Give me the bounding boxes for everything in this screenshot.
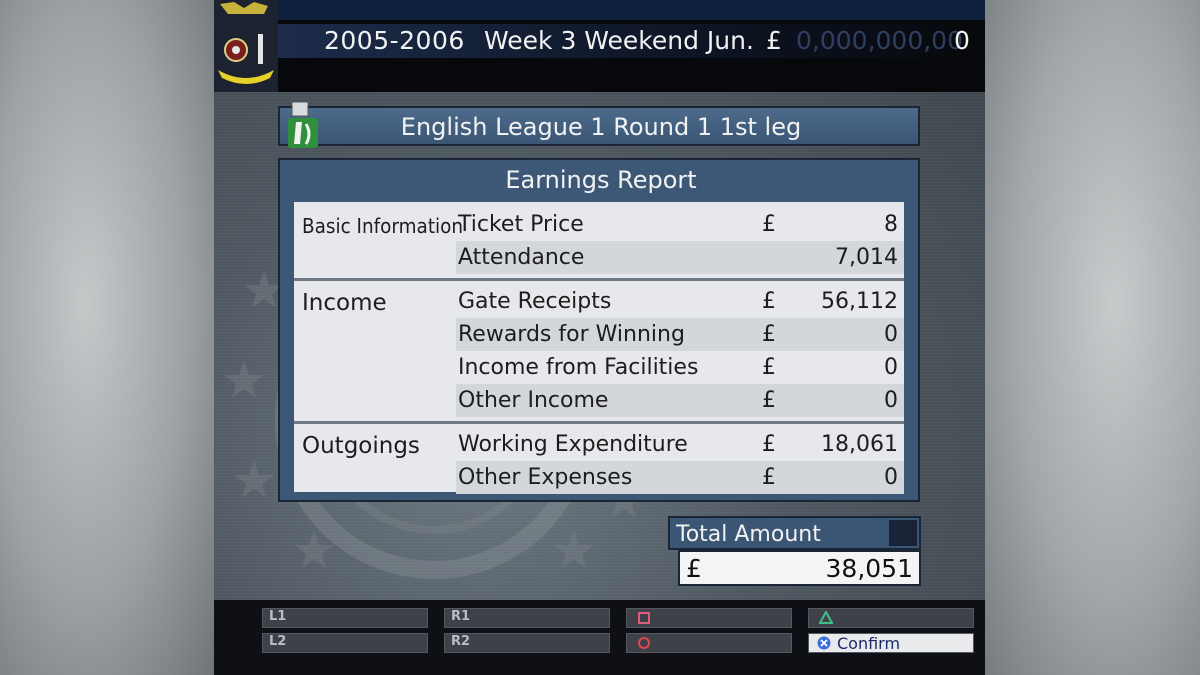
table-row-other-income: Other Income £ 0 — [456, 384, 904, 417]
l2-key-label: L2 — [269, 634, 287, 649]
row-currency: £ — [762, 432, 776, 457]
row-currency: £ — [762, 322, 776, 347]
panel-title: Earnings Report — [505, 166, 697, 194]
season-label: 2005-2006 — [324, 26, 465, 55]
club-crest-icon — [214, 0, 278, 92]
top-status-strip — [278, 0, 985, 20]
earnings-table: Basic Information Ticket Price £ 8 Atten… — [294, 202, 904, 494]
money-currency: £ — [766, 26, 782, 55]
total-amount-value: 38,051 — [825, 554, 913, 583]
section-label-basic-information: Basic Information — [302, 214, 464, 238]
section-divider — [294, 278, 904, 281]
table-row-rewards-for-winning: Rewards for Winning £ 0 — [456, 318, 904, 351]
l2-button[interactable]: L2 — [262, 633, 428, 653]
row-value: 0 — [884, 465, 898, 490]
square-button-icon — [638, 612, 650, 624]
row-value: 0 — [884, 322, 898, 347]
left-blur-border — [0, 0, 214, 675]
row-currency: £ — [762, 289, 776, 314]
triangle-button[interactable] — [808, 608, 974, 628]
circle-button[interactable] — [626, 633, 792, 653]
total-amount-box: Total Amount £ 38,051 — [668, 516, 921, 590]
top-status-bar: 2005-2006 Week 3 Weekend Jun. £ 0,000,00… — [214, 0, 985, 92]
table-row-other-expenses: Other Expenses £ 0 — [456, 461, 904, 494]
l1-button[interactable]: L1 — [262, 608, 428, 628]
match-title: English League 1 Round 1 1st leg — [400, 113, 802, 141]
total-currency: £ — [686, 554, 702, 583]
row-label: Other Expenses — [458, 465, 633, 490]
right-blur-border — [985, 0, 1200, 675]
section-label-income: Income — [302, 290, 387, 316]
square-button[interactable] — [626, 608, 792, 628]
row-currency: £ — [762, 355, 776, 380]
row-label: Attendance — [458, 245, 585, 270]
club-badge — [214, 0, 278, 92]
row-value: 56,112 — [821, 289, 898, 314]
game-screen: 2005-2006 Week 3 Weekend Jun. £ 0,000,00… — [214, 0, 985, 675]
row-value: 0 — [884, 355, 898, 380]
r2-key-label: R2 — [451, 634, 471, 649]
row-value: 7,014 — [835, 245, 898, 270]
row-value: 18,061 — [821, 432, 898, 457]
row-currency: £ — [762, 212, 776, 237]
total-amount-header: Total Amount — [668, 516, 921, 550]
row-label: Ticket Price — [458, 212, 584, 237]
earnings-report-panel: Earnings Report Basic Information Ticket… — [278, 158, 920, 502]
row-label: Other Income — [458, 388, 609, 413]
total-amount-label: Total Amount — [676, 522, 821, 547]
l1-key-label: L1 — [269, 609, 287, 624]
table-row-ticket-price: Ticket Price £ 8 — [456, 208, 904, 241]
match-title-bar: English League 1 Round 1 1st leg — [278, 106, 920, 146]
row-label: Rewards for Winning — [458, 322, 685, 347]
button-guide-bar: L1 L2 R1 R2 Confirm — [214, 600, 985, 675]
section-label-outgoings: Outgoings — [302, 433, 420, 459]
table-row-gate-receipts: Gate Receipts £ 56,112 — [456, 285, 904, 318]
table-row-attendance: Attendance 7,014 — [456, 241, 904, 274]
triangle-button-icon — [819, 611, 833, 624]
week-label: Week 3 Weekend Jun. — [484, 26, 754, 55]
row-label: Working Expenditure — [458, 432, 688, 457]
row-value: 8 — [884, 212, 898, 237]
row-label: Gate Receipts — [458, 289, 612, 314]
row-label: Income from Facilities — [458, 355, 699, 380]
circle-button-icon — [638, 637, 650, 649]
row-currency: £ — [762, 465, 776, 490]
cross-button-icon — [817, 636, 831, 650]
r1-key-label: R1 — [451, 609, 471, 624]
confirm-label: Confirm — [837, 634, 901, 653]
table-row-income-from-facilities: Income from Facilities £ 0 — [456, 351, 904, 384]
r1-button[interactable]: R1 — [444, 608, 610, 628]
total-amount-value-box: £ 38,051 — [678, 550, 921, 586]
total-header-indicator — [889, 520, 917, 546]
money-placeholder-digits: 0,000,000,00 — [796, 26, 963, 55]
row-value: 0 — [884, 388, 898, 413]
table-row-working-expenditure: Working Expenditure £ 18,061 — [456, 428, 904, 461]
competition-trophy-icon — [288, 101, 318, 148]
section-divider — [294, 421, 904, 424]
confirm-button[interactable]: Confirm — [808, 633, 974, 653]
r2-button[interactable]: R2 — [444, 633, 610, 653]
money-value: 0 — [954, 26, 970, 55]
row-currency: £ — [762, 388, 776, 413]
